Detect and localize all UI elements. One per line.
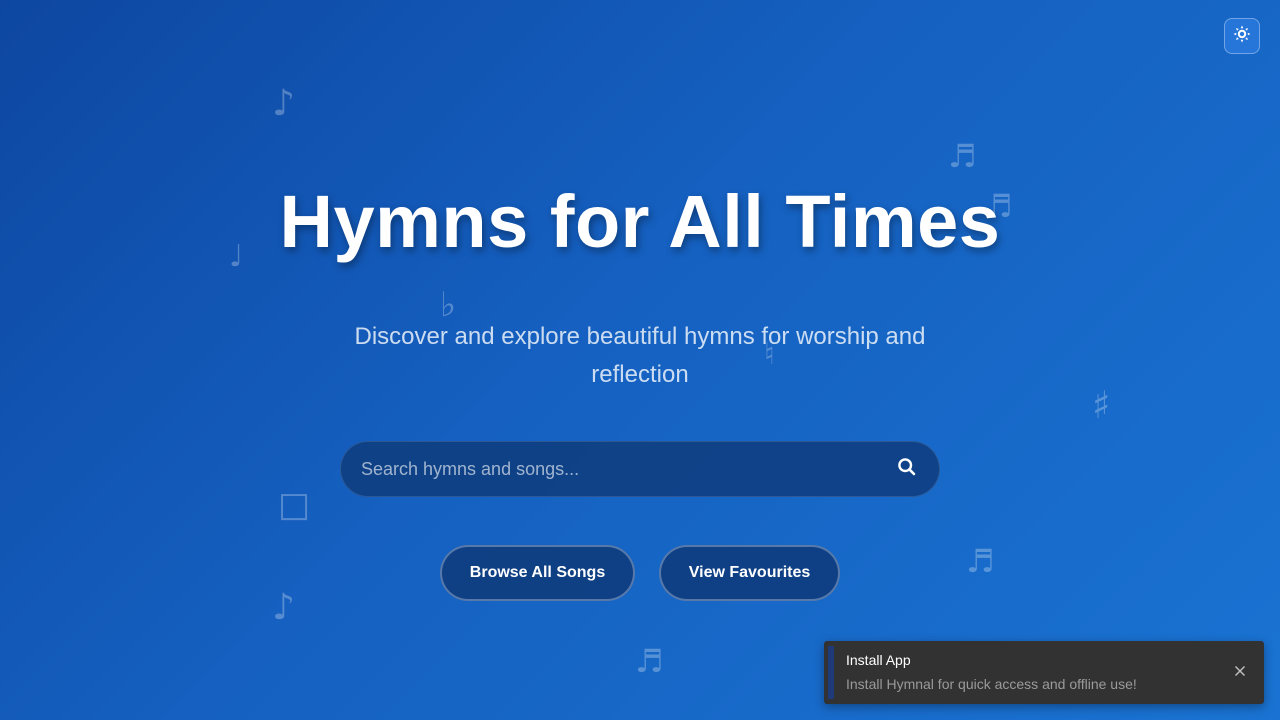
browse-all-songs-button[interactable]: Browse All Songs (440, 545, 635, 601)
view-favourites-button[interactable]: View Favourites (659, 545, 840, 601)
music-note-icon: ♪ (272, 83, 295, 124)
toast-title: Install App (846, 652, 911, 668)
flat-sign-icon: ♭ (440, 285, 457, 325)
page-title: Hymns for All Times (279, 180, 1001, 263)
music-note-icon: ♬ (966, 542, 995, 580)
search-bar (340, 441, 940, 497)
theme-toggle-button[interactable] (1224, 18, 1260, 54)
toast-close-button[interactable] (1228, 663, 1252, 683)
close-icon (1234, 664, 1246, 682)
search-button[interactable] (879, 442, 935, 496)
music-note-icon: ♪ (272, 587, 295, 628)
toast-message: Install Hymnal for quick access and offl… (846, 676, 1137, 692)
toast-accent-bar (828, 646, 834, 699)
music-symbol-icon: □ (278, 485, 311, 525)
install-app-toast: Install App Install Hymnal for quick acc… (824, 641, 1264, 704)
search-icon (897, 457, 917, 482)
brightness-icon (1232, 24, 1252, 49)
music-note-icon: ♬ (635, 642, 664, 680)
sharp-sign-icon: ♯ (1092, 383, 1111, 427)
music-note-icon: ♬ (948, 137, 977, 175)
page-subtitle: Discover and explore beautiful hymns for… (354, 323, 926, 388)
search-input[interactable] (341, 442, 879, 496)
